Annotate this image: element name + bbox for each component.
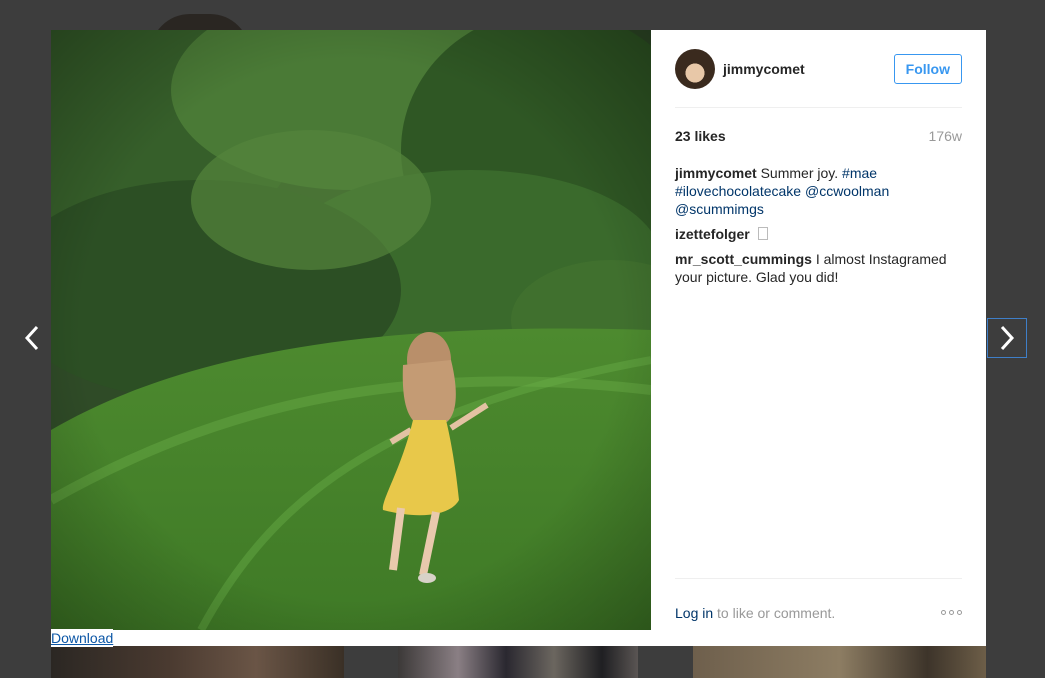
background-thumbnail xyxy=(693,646,986,678)
post-sidebar: jimmycomet Follow 23 likes 176w jimmycom… xyxy=(651,30,986,646)
comment-item: mr_scott_cummings I almost Instagramed y… xyxy=(675,250,962,286)
post-meta: 23 likes 176w xyxy=(675,128,962,144)
likes-count[interactable]: 23 likes xyxy=(675,128,726,144)
login-prompt-text: to like or comment. xyxy=(713,604,836,621)
chevron-left-icon xyxy=(24,325,39,351)
avatar[interactable] xyxy=(675,48,715,89)
post-photo xyxy=(51,30,651,630)
download-link[interactable]: Download xyxy=(51,629,114,647)
hashtag-link[interactable]: #ilovechocolatecake xyxy=(675,183,801,199)
emoji-glyph-icon xyxy=(757,227,768,240)
chevron-right-icon xyxy=(1000,325,1015,351)
comment-item: jimmycomet Summer joy. #mae #ilovechocol… xyxy=(675,164,962,218)
previous-post-button[interactable] xyxy=(12,318,52,358)
comment-item: izettefolger xyxy=(675,225,962,243)
post-username[interactable]: jimmycomet xyxy=(723,61,894,77)
comment-author[interactable]: izettefolger xyxy=(675,226,750,242)
background-thumbnail xyxy=(398,646,638,678)
dot xyxy=(957,610,962,615)
comment-author[interactable]: jimmycomet xyxy=(675,165,757,181)
next-post-button[interactable] xyxy=(987,318,1027,358)
post-age[interactable]: 176w xyxy=(929,128,962,144)
photo-girl-running-in-garden-icon xyxy=(51,30,651,630)
login-prompt: Log in to like or comment. xyxy=(675,605,835,621)
post-footer: Log in to like or comment. xyxy=(675,578,962,646)
comment-author[interactable]: mr_scott_cummings xyxy=(675,251,812,267)
background-thumbnail xyxy=(51,646,344,678)
mention-link[interactable]: @scummimgs xyxy=(675,201,764,217)
follow-button[interactable]: Follow xyxy=(893,53,962,84)
post-header: jimmycomet Follow xyxy=(675,30,962,108)
comment-list: jimmycomet Summer joy. #mae #ilovechocol… xyxy=(675,164,962,286)
more-options-icon[interactable] xyxy=(941,606,962,619)
comment-text: Summer joy. xyxy=(760,165,839,181)
dot xyxy=(941,610,946,615)
login-link[interactable]: Log in xyxy=(675,605,713,621)
dot xyxy=(949,610,954,615)
post-modal: jimmycomet Follow 23 likes 176w jimmycom… xyxy=(51,30,986,646)
mention-link[interactable]: @ccwoolman xyxy=(805,183,889,199)
hashtag-link[interactable]: #mae xyxy=(842,165,877,181)
